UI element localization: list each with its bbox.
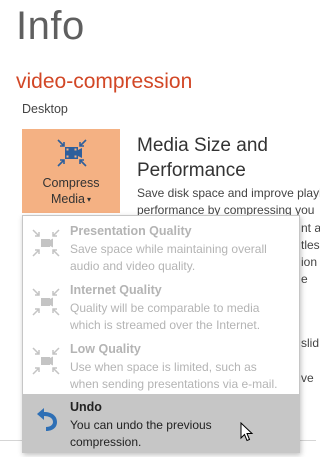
menu-item-title: Internet Quality — [70, 283, 162, 297]
compress-button-label-media: Media — [50, 192, 86, 206]
menu-item-title: Presentation Quality — [70, 224, 192, 238]
menu-item-desc-line1: Save space while maintaining overall — [70, 242, 267, 256]
menu-item-desc-line2: audio and video quality. — [70, 259, 196, 273]
compress-arrows-icon — [32, 288, 60, 316]
background-text: slid — [301, 336, 320, 350]
undo-arrow-icon — [37, 408, 57, 431]
mouse-cursor-icon — [240, 422, 254, 442]
document-location[interactable]: Desktop — [22, 102, 68, 116]
section-title-line1: Media Size and — [137, 135, 268, 156]
section-title: Media Size and Performance — [137, 133, 307, 183]
menu-item-presentation-quality[interactable]: Presentation Quality Save space while ma… — [23, 218, 299, 276]
compress-media-button[interactable]: Compress Media ▾ — [22, 129, 120, 213]
menu-item-title: Low Quality — [70, 342, 141, 356]
background-text: tles — [301, 238, 320, 252]
background-text: ion — [301, 255, 318, 269]
menu-item-low-quality[interactable]: Low Quality Use when space is limited, s… — [23, 336, 299, 394]
compress-media-menu: Presentation Quality Save space while ma… — [22, 215, 300, 453]
compress-arrows-icon — [32, 229, 60, 257]
menu-item-desc-line1: You can undo the previous — [70, 418, 212, 432]
menu-item-description: Save space while maintaining overall aud… — [70, 241, 267, 275]
chevron-down-icon: ▾ — [87, 195, 92, 204]
section-title-line2: Performance — [137, 160, 246, 181]
menu-item-description: Use when space is limited, such as when … — [70, 359, 277, 393]
section-desc-line1: Save disk space and improve playb — [137, 186, 320, 200]
menu-item-description: Quality will be comparable to media whic… — [70, 300, 260, 334]
background-text: ve — [301, 371, 314, 385]
menu-item-title: Undo — [70, 400, 102, 414]
page-title: Info — [16, 4, 85, 48]
menu-item-desc-line2: compression. — [70, 435, 142, 449]
document-name: video-compression — [16, 70, 193, 93]
section-description: Save disk space and improve playb perfor… — [137, 185, 320, 219]
menu-item-internet-quality[interactable]: Internet Quality Quality will be compara… — [23, 277, 299, 335]
compress-button-label-line1: Compress — [42, 176, 100, 190]
compress-arrows-icon — [32, 347, 60, 375]
menu-item-desc-line2: when sending presentations via e-mail. — [70, 377, 278, 391]
background-text: nt at — [301, 221, 320, 235]
menu-item-desc-line2: which is streamed over the Internet. — [70, 318, 261, 332]
background-text: e — [301, 272, 308, 286]
menu-item-desc-line1: Use when space is limited, such as — [70, 360, 257, 374]
menu-item-undo[interactable]: Undo You can undo the previous compressi… — [23, 394, 299, 452]
menu-item-desc-line1: Quality will be comparable to media — [70, 301, 260, 315]
film-compress-icon — [57, 139, 87, 167]
menu-item-description: You can undo the previous compression. — [70, 417, 212, 451]
compress-button-label-line2: Media ▾ — [22, 191, 120, 208]
